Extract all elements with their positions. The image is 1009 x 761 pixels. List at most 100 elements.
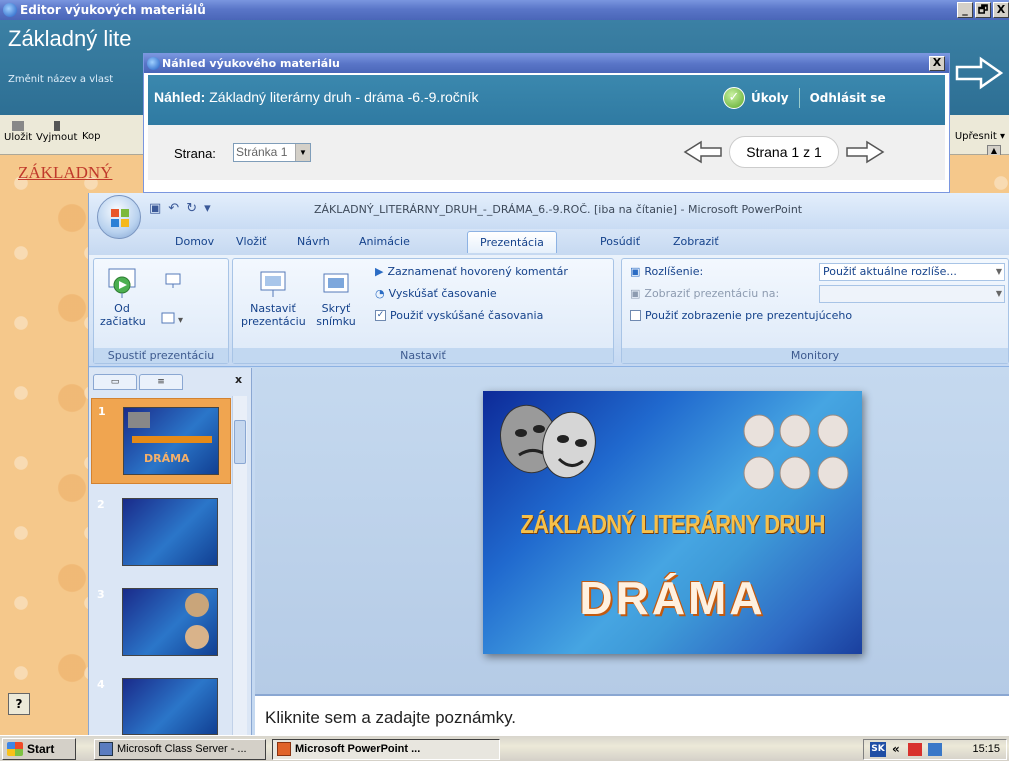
setup-label-1: Nastaviť xyxy=(250,302,296,315)
show-hidden-icons[interactable]: « xyxy=(892,742,900,756)
tab-vlozit[interactable]: Vložiť xyxy=(236,235,266,248)
custom-show-icon[interactable]: ▾ xyxy=(160,311,188,327)
presenter-view-checkbox[interactable]: Použiť zobrazenie pre prezentujúceho xyxy=(630,309,852,322)
redo-icon[interactable]: ↻ xyxy=(186,201,197,216)
portrait-image xyxy=(185,593,209,617)
pager: Strana 1 z 1 xyxy=(683,136,885,168)
stopwatch-icon: ◔ xyxy=(375,287,385,300)
undo-icon[interactable]: ↶ xyxy=(168,201,179,216)
pdf-tray-icon[interactable] xyxy=(908,743,922,756)
start-label: Start xyxy=(27,742,55,756)
customize-qat-icon[interactable]: ▾ xyxy=(204,201,211,216)
slide-title-line1: ZÁKLADNÝ LITERÁRNY DRUH xyxy=(520,509,825,539)
slide-thumbnail-4[interactable]: 4 xyxy=(91,672,231,735)
cut-button[interactable]: Vyjmout xyxy=(36,121,77,143)
checkbox-unchecked[interactable] xyxy=(630,310,641,321)
taskbar: Start Microsoft Class Server - ... Micro… xyxy=(0,735,1009,761)
chevron-down-icon: ▼ xyxy=(995,289,1002,298)
scissors-icon xyxy=(53,121,60,131)
page-indicator: Strana 1 z 1 xyxy=(729,136,839,168)
panel-scrollbar[interactable] xyxy=(232,396,247,735)
taskbar-item-label: Microsoft Class Server - ... xyxy=(117,743,247,755)
next-arrow-icon[interactable] xyxy=(955,55,1003,91)
slide-number: 2 xyxy=(97,498,105,511)
powerpoint-icon xyxy=(277,742,291,756)
slide-thumbnail-2[interactable]: 2 xyxy=(91,492,231,576)
slideshow-icon xyxy=(108,268,136,298)
close-button[interactable]: X xyxy=(993,2,1009,18)
show-on-dropdown[interactable]: ▼ xyxy=(819,285,1005,303)
separator xyxy=(798,88,800,108)
refine-label: Upřesnit xyxy=(954,131,997,142)
copy-label: Kop xyxy=(82,131,101,142)
rehearse-timings-button[interactable]: ◔ Vyskúšať časovanie xyxy=(375,287,497,300)
tab-animacie[interactable]: Animácie xyxy=(359,235,410,248)
slide-title-line2: DRÁMA xyxy=(579,572,766,624)
ribbon-tabs: Domov Vložiť Návrh Animácie Prezentácia … xyxy=(89,229,1009,255)
resolution-label: Rozlíšenie: xyxy=(644,265,704,278)
setup-slideshow-button[interactable]: Nastaviť prezentáciu xyxy=(241,269,306,328)
from-beginning-button[interactable]: Od začiatku xyxy=(100,267,146,328)
from-current-slide-icon[interactable] xyxy=(164,273,182,289)
office-button[interactable] xyxy=(97,195,141,239)
slides-tab[interactable]: ▭ xyxy=(93,374,137,390)
page-select[interactable]: Stránka 1 ▼ xyxy=(233,143,311,162)
preview-window: Náhled výukového materiálu X Náhled: Zák… xyxy=(143,53,950,193)
preview-heading-label: Náhled: xyxy=(154,89,206,105)
current-slide[interactable]: ZÁKLADNÝ LITERÁRNY DRUH DRÁMA xyxy=(483,391,862,654)
save-button[interactable]: Uložit xyxy=(4,121,32,143)
network-tray-icon[interactable] xyxy=(928,743,942,756)
minimize-button[interactable]: _ xyxy=(957,2,973,18)
face-masks-image xyxy=(743,414,849,490)
use-timings-checkbox[interactable]: ✓ Použiť vyskúšané časovania xyxy=(375,309,543,322)
record-narration-button[interactable]: ▶ Zaznamenať hovorený komentár xyxy=(375,265,568,278)
notes-pane[interactable]: Kliknite sem a zadajte poznámky. xyxy=(255,694,1009,735)
ie-icon xyxy=(3,3,17,17)
taskbar-item-class-server[interactable]: Microsoft Class Server - ... xyxy=(94,739,266,760)
preview-close-button[interactable]: X xyxy=(929,56,945,71)
notes-placeholder: Kliknite sem a zadajte poznámky. xyxy=(265,708,517,727)
checkbox-checked[interactable]: ✓ xyxy=(375,310,386,321)
tab-domov[interactable]: Domov xyxy=(175,235,214,248)
tab-zobrazit[interactable]: Zobraziť xyxy=(673,235,719,248)
preview-window-title: Náhled výukového materiálu xyxy=(162,57,340,70)
save-label: Uložit xyxy=(4,132,33,143)
logout-link[interactable]: Odhlásit se xyxy=(810,91,886,105)
slide-preview xyxy=(122,498,218,566)
copy-button[interactable]: Kop xyxy=(82,131,101,142)
tab-navrh[interactable]: Návrh xyxy=(297,235,330,248)
save-icon[interactable]: ▣ xyxy=(149,201,161,216)
cut-label: Vyjmout xyxy=(36,132,78,143)
help-button[interactable]: ? xyxy=(8,693,30,715)
next-arrow-icon[interactable] xyxy=(845,140,885,164)
refine-menu[interactable]: Upřesnit ▾ xyxy=(955,131,1005,142)
hide-slide-button[interactable]: Skryť snímku xyxy=(310,269,362,328)
slide-number: 3 xyxy=(97,588,105,601)
language-indicator[interactable]: SK xyxy=(870,742,886,757)
check-icon: ✓ xyxy=(723,87,745,109)
start-button[interactable]: Start xyxy=(2,738,76,760)
portrait-image xyxy=(185,625,209,649)
use-timings-label: Použiť vyskúšané časovania xyxy=(390,309,544,322)
page-select-value: Stránka 1 xyxy=(236,145,288,159)
rename-link[interactable]: Změnit název a vlast xyxy=(8,74,113,85)
taskbar-item-powerpoint[interactable]: Microsoft PowerPoint ... xyxy=(272,739,500,760)
microphone-icon: ▶ xyxy=(375,265,384,278)
prev-arrow-icon[interactable] xyxy=(683,140,723,164)
tab-posudit[interactable]: Posúdiť xyxy=(600,235,640,248)
tab-prezentacia[interactable]: Prezentácia xyxy=(467,231,557,253)
hide-slide-icon xyxy=(323,273,349,293)
ie-icon xyxy=(147,57,160,70)
system-tray: SK « 15:15 xyxy=(863,739,1007,760)
slide-thumbnail-3[interactable]: 3 xyxy=(91,582,231,666)
outline-tab[interactable]: ≡ xyxy=(139,374,183,390)
save-icon xyxy=(12,121,25,131)
resolution-dropdown[interactable]: Použiť aktuálne rozlíše... ▼ xyxy=(819,263,1005,281)
scroll-thumb[interactable] xyxy=(234,420,246,464)
clock: 15:15 xyxy=(972,743,1000,755)
slide-editing-area[interactable]: ZÁKLADNÝ LITERÁRNY DRUH DRÁMA xyxy=(255,368,1009,694)
tasks-link[interactable]: Úkoly xyxy=(751,91,789,105)
restore-button[interactable]: 🗗 xyxy=(975,2,991,18)
slide-thumbnail-1[interactable]: 1 DRÁMA xyxy=(91,398,231,484)
close-panel-icon[interactable]: x xyxy=(235,373,242,386)
